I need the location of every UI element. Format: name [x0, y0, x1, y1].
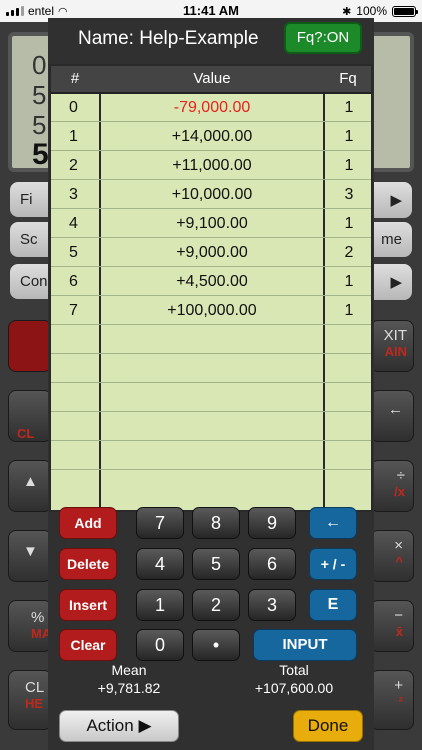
- add-button[interactable]: Add: [59, 507, 117, 539]
- clear-button[interactable]: Clear: [59, 629, 117, 661]
- row-frequency: 3: [344, 186, 354, 203]
- delete-button[interactable]: Delete: [59, 548, 117, 580]
- row-value: +100,000.00: [167, 302, 257, 319]
- digit-5-key[interactable]: 5: [192, 548, 240, 580]
- digit-7-key[interactable]: 7: [136, 507, 184, 539]
- bg-key-multiply[interactable]: × ^: [370, 530, 414, 582]
- row-frequency: 1: [344, 99, 354, 116]
- row-value: +4,500.00: [176, 273, 248, 290]
- exponent-key[interactable]: E: [309, 589, 357, 621]
- table-row[interactable]: 4 +9,100.00 1: [51, 210, 371, 238]
- empty-row[interactable]: [51, 326, 371, 354]
- row-value: +10,000.00: [171, 186, 253, 203]
- column-header-value: Value: [193, 70, 231, 87]
- data-table: # Value Fq 0 -79,000.00 1 1 +14,000.00 1…: [49, 64, 373, 512]
- digit-3-key[interactable]: 3: [248, 589, 296, 621]
- total-value: +107,600.00: [254, 680, 334, 696]
- row-value: +9,100.00: [176, 215, 248, 232]
- table-row[interactable]: 5 +9,000.00 2: [51, 239, 371, 267]
- row-index: 0: [69, 99, 78, 116]
- digit-4-key[interactable]: 4: [136, 548, 184, 580]
- battery-icon: [392, 5, 418, 17]
- battery-percent: 100%: [356, 4, 387, 18]
- backspace-key[interactable]: ←: [309, 507, 357, 539]
- table-row[interactable]: 2 +11,000.00 1: [51, 152, 371, 180]
- row-value: +14,000.00: [171, 128, 253, 145]
- bg-key-cl[interactable]: CL: [8, 390, 52, 442]
- action-button[interactable]: Action ▶: [59, 710, 179, 742]
- empty-row[interactable]: [51, 384, 371, 412]
- empty-row[interactable]: [51, 413, 371, 441]
- mean-value: +9,781.82: [97, 680, 161, 696]
- bg-key-percent[interactable]: % MA: [8, 600, 52, 652]
- row-index: 1: [69, 128, 78, 145]
- column-header-fq: Fq: [339, 70, 357, 87]
- bg-key-down[interactable]: ▼: [8, 530, 52, 582]
- bg-key-backspace[interactable]: ←: [370, 390, 414, 442]
- row-index: 6: [69, 273, 78, 290]
- insert-button[interactable]: Insert: [59, 589, 117, 621]
- table-row[interactable]: 0 -79,000.00 1: [51, 94, 371, 122]
- row-index: 2: [69, 157, 78, 174]
- row-frequency: 1: [344, 215, 354, 232]
- total-label: Total: [279, 662, 309, 678]
- row-frequency: 1: [344, 302, 354, 319]
- bg-key[interactable]: [8, 320, 52, 372]
- row-frequency: 1: [344, 128, 354, 145]
- table-header: # Value Fq: [51, 66, 371, 94]
- digit-6-key[interactable]: 6: [248, 548, 296, 580]
- row-index: 3: [69, 186, 78, 203]
- empty-row[interactable]: [51, 471, 371, 499]
- bg-key-divide[interactable]: ÷/x: [370, 460, 414, 512]
- bluetooth-icon: ✱: [342, 5, 352, 18]
- bg-key-up[interactable]: ▲: [8, 460, 52, 512]
- digit-2-key[interactable]: 2: [192, 589, 240, 621]
- column-header-index: #: [70, 70, 80, 87]
- table-row[interactable]: 3 +10,000.00 3: [51, 181, 371, 209]
- table-row[interactable]: 6 +4,500.00 1: [51, 268, 371, 296]
- row-value: +11,000.00: [172, 157, 252, 174]
- row-frequency: 1: [344, 273, 354, 290]
- done-button[interactable]: Done: [293, 710, 363, 742]
- decimal-point-key[interactable]: •: [192, 629, 240, 661]
- input-button[interactable]: INPUT: [253, 629, 357, 661]
- row-index: 5: [69, 244, 78, 261]
- digit-0-key[interactable]: 0: [136, 629, 184, 661]
- bg-key-minus[interactable]: − x̄: [370, 600, 414, 652]
- digit-9-key[interactable]: 9: [248, 507, 296, 539]
- table-row[interactable]: 7 +100,000.00 1: [51, 297, 371, 325]
- row-frequency: 2: [344, 244, 354, 261]
- row-value: +9,000.00: [176, 244, 248, 261]
- sign-toggle-key[interactable]: + / -: [309, 548, 357, 580]
- bg-key-clear[interactable]: CL HE: [8, 670, 52, 730]
- bg-key-plus[interactable]: + ²: [370, 670, 414, 730]
- table-row[interactable]: 1 +14,000.00 1: [51, 123, 371, 151]
- empty-row[interactable]: [51, 442, 371, 470]
- display-line: 5: [32, 138, 49, 171]
- empty-row[interactable]: [51, 355, 371, 383]
- mean-label: Mean: [111, 662, 147, 678]
- digit-1-key[interactable]: 1: [136, 589, 184, 621]
- row-value: -79,000.00: [173, 99, 251, 116]
- row-frequency: 1: [344, 157, 354, 174]
- data-entry-modal: Name: Help-Example Fq?:ON # Value Fq 0 -…: [48, 18, 374, 750]
- row-index: 7: [69, 302, 78, 319]
- bg-key-exit[interactable]: XIT AIN: [370, 320, 414, 372]
- row-index: 4: [69, 215, 78, 232]
- modal-title: Name: Help-Example: [78, 28, 259, 49]
- digit-8-key[interactable]: 8: [192, 507, 240, 539]
- fq-toggle-button[interactable]: Fq?:ON: [284, 22, 362, 54]
